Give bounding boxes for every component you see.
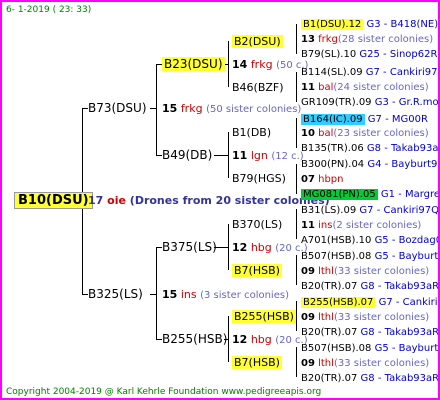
node-b255[interactable]: B255(HSB) bbox=[162, 333, 227, 346]
node-b375[interactable]: B375(LS) bbox=[162, 241, 217, 254]
node-b255hsb[interactable]: B255(HSB) bbox=[232, 310, 296, 323]
node-b7-a[interactable]: B7(HSB) bbox=[232, 264, 282, 277]
row-entry[interactable]: B507(HSB).08 G5 - Bayburt98-3 bbox=[301, 250, 438, 263]
row-entry[interactable]: B20(TR).07 G8 - Takab93aR bbox=[301, 280, 438, 293]
pedigree-frame: 6- 1-2019 ( 23: 33) B10(DSU) 17 oie (Dro… bbox=[0, 0, 440, 400]
node-b370[interactable]: B370(LS) bbox=[232, 218, 282, 231]
row-mating: 09 lthl(33 sister colonies) bbox=[301, 358, 430, 369]
mating-b23: 14 frkg (50 c.) bbox=[232, 58, 309, 71]
copyright-footer: Copyright 2004-2019 @ Karl Kehrle Founda… bbox=[6, 387, 322, 397]
row-entry[interactable]: B79(SL).10 G25 - Sinop62R bbox=[301, 48, 437, 61]
tree-line bbox=[296, 164, 297, 194]
row-entry[interactable]: B135(TR).06 G8 - Takab93aR bbox=[301, 142, 438, 155]
tree-line bbox=[150, 294, 156, 295]
node-b49[interactable]: B49(DB) bbox=[162, 149, 212, 162]
tree-line bbox=[296, 72, 297, 102]
row-entry[interactable]: B31(LS).09 G7 - Cankiri97Q bbox=[301, 204, 438, 217]
date-header: 6- 1-2019 ( 23: 33) bbox=[6, 5, 92, 15]
mating-b73: 15 frkg (50 sister colonies) bbox=[162, 102, 302, 115]
row-entry[interactable]: A701(HSB).10 G5 - Bozdag07R bbox=[301, 234, 438, 247]
sire-dam-b73[interactable]: B73(DSU) bbox=[88, 102, 147, 115]
row-entry[interactable]: GR109(TR).09 G3 - Gr.R.mounta bbox=[301, 96, 438, 109]
root-queen[interactable]: B10(DSU) bbox=[14, 192, 93, 209]
tree-line bbox=[228, 316, 229, 362]
row-entry[interactable]: B20(TR).07 G8 - Takab93aR bbox=[301, 326, 438, 339]
tree-line bbox=[214, 155, 228, 156]
tree-line bbox=[228, 224, 229, 270]
mating-b255: 12 hbg (20 c.) bbox=[232, 333, 308, 346]
row-entry[interactable]: B300(PN).04 G4 - Bayburt98-3 bbox=[301, 158, 438, 171]
tree-line bbox=[150, 108, 156, 109]
row-entry[interactable]: MG081(PN).05 G1 - Margret04R bbox=[301, 188, 438, 201]
node-b23[interactable]: B23(DSU) bbox=[162, 57, 225, 71]
row-entry[interactable]: B20(TR).07 G8 - Takab93aR bbox=[301, 372, 438, 385]
row-entry[interactable]: B507(HSB).08 G5 - Bayburt98-3 bbox=[301, 342, 438, 355]
row-entry[interactable]: B164(IC).09 G7 - MG00R bbox=[301, 113, 428, 126]
tree-line bbox=[296, 118, 297, 148]
mating-b325: 15 ins (3 sister colonies) bbox=[162, 288, 289, 301]
node-b7-b[interactable]: B7(HSB) bbox=[232, 356, 282, 369]
tree-line bbox=[156, 64, 157, 156]
mating-b375: 12 hbg (20 c.) bbox=[232, 241, 308, 254]
node-b46[interactable]: B46(BZF) bbox=[232, 81, 284, 94]
drone-origin: 17 oie (Drones from 20 sister colonies) bbox=[88, 194, 330, 207]
tree-line bbox=[156, 247, 157, 339]
row-mating: 09 lthl(33 sister colonies) bbox=[301, 312, 430, 323]
tree-line bbox=[228, 41, 229, 87]
row-entry[interactable]: B255(HSB).07 G7 - Cankiri97Q bbox=[301, 296, 438, 309]
row-entry[interactable]: B114(SL).09 G7 - Cankiri97Q bbox=[301, 66, 438, 79]
row-mating: 11 ins(2 sister colonies) bbox=[301, 220, 422, 231]
tree-line bbox=[228, 132, 229, 178]
tree-line bbox=[296, 209, 297, 239]
node-b1db[interactable]: B1(DB) bbox=[232, 126, 271, 139]
tree-line bbox=[296, 24, 297, 54]
row-mating: 07 hbpn bbox=[301, 174, 344, 185]
row-mating: 11 bal(24 sister colonies) bbox=[301, 82, 429, 93]
row-entry[interactable]: B1(DSU).12 G3 - B418(NE) bbox=[301, 18, 438, 31]
tree-line bbox=[296, 347, 297, 377]
row-mating: 13 frkg(28 sister colonies) bbox=[301, 34, 434, 45]
row-mating: 10 bal(23 sister colonies) bbox=[301, 128, 429, 139]
sire-dam-b325[interactable]: B325(LS) bbox=[88, 288, 143, 301]
tree-line bbox=[296, 301, 297, 331]
mating-b49: 11 lgn (12 c.) bbox=[232, 149, 304, 162]
tree-line bbox=[296, 255, 297, 285]
row-mating: 09 lthl(33 sister colonies) bbox=[301, 266, 430, 277]
node-b2[interactable]: B2(DSU) bbox=[232, 35, 283, 48]
node-b79hgs[interactable]: B79(HGS) bbox=[232, 172, 286, 185]
